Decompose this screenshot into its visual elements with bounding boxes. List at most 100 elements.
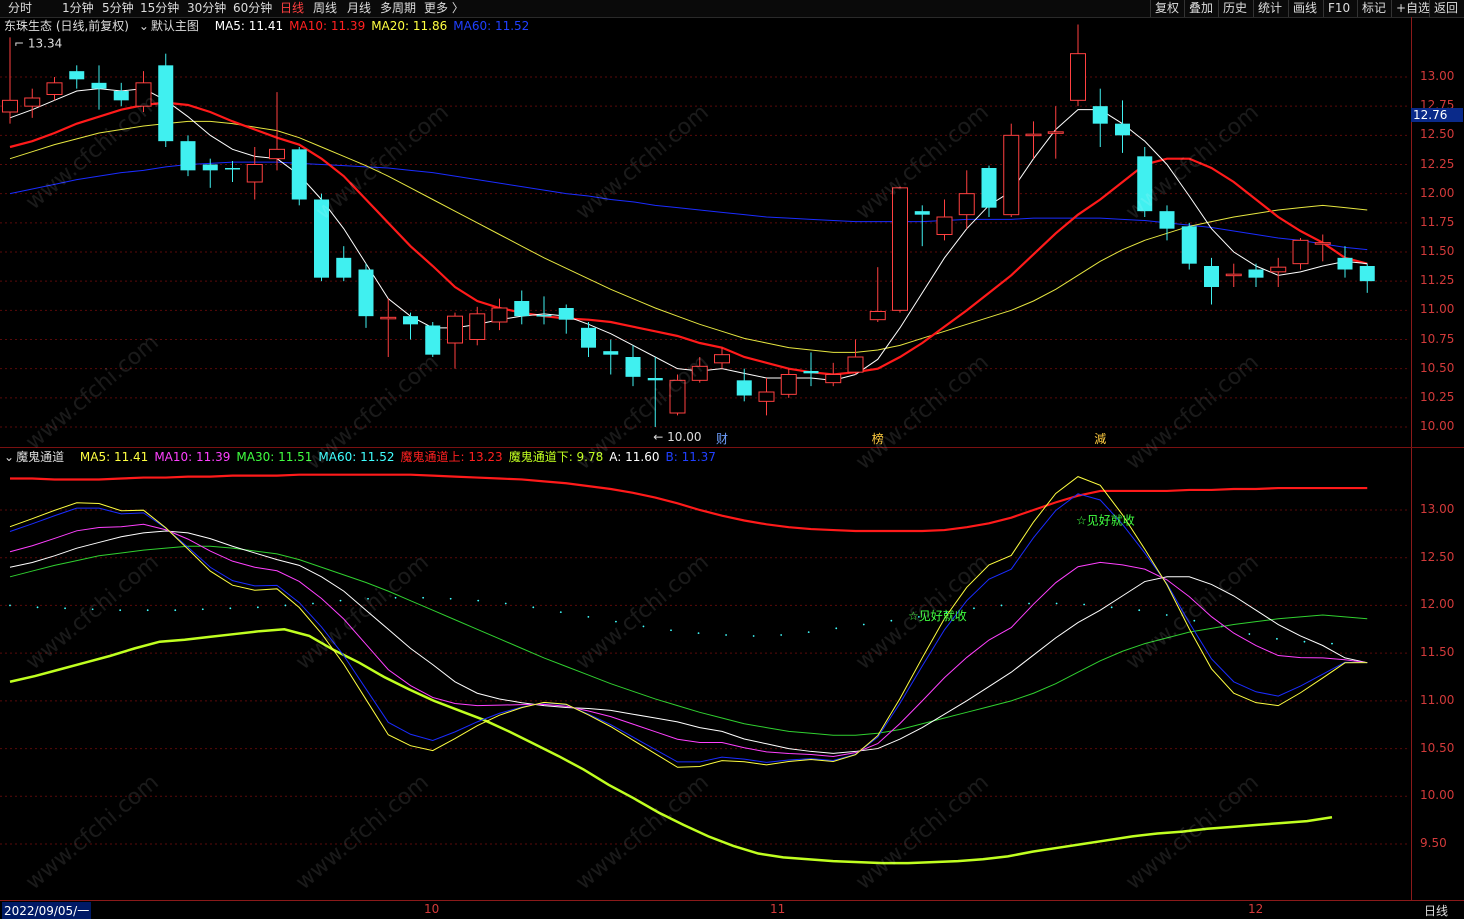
candle — [113, 82, 129, 107]
tab-5[interactable]: 60分钟 — [231, 0, 274, 17]
toolbar-button-4[interactable]: 画线 — [1288, 0, 1321, 17]
channel-mid-dot — [1083, 603, 1086, 606]
candle — [291, 147, 307, 206]
candle — [869, 267, 886, 322]
candle — [625, 345, 641, 387]
channel-mid-dot — [64, 607, 66, 610]
channel-mid-dot — [201, 608, 204, 611]
indicator-tick: 12.00 — [1420, 597, 1455, 612]
candle — [225, 161, 240, 182]
channel-mid-dot — [312, 602, 314, 605]
candle — [780, 368, 797, 398]
channel-mid-dot — [532, 606, 535, 609]
price-tick: 11.50 — [1420, 244, 1455, 258]
channel-mid-dot — [339, 599, 342, 602]
candle — [1092, 88, 1108, 147]
channel-mid-dot — [449, 597, 452, 600]
indicator-panel[interactable]: ⌄ 魔鬼通道 MA5: 11.41 MA10: 11.39 MA30: 11.51 MA… — [0, 447, 1464, 901]
period-label: 日线 — [1424, 904, 1449, 918]
tab-4[interactable]: 30分钟 — [185, 0, 228, 17]
channel-mid-dot — [146, 609, 149, 612]
current-price-tag: 12.76 — [1411, 108, 1463, 122]
indicator-tick: 12.50 — [1420, 549, 1455, 564]
indicator-tick: 10.50 — [1420, 740, 1455, 755]
candle — [758, 378, 775, 416]
toolbar-button-3[interactable]: 统计 — [1253, 0, 1286, 17]
channel-mid-dot — [697, 632, 700, 635]
candlestick-chart[interactable]: ⌐ 13.34← 10.00 财榜減 — [0, 17, 1410, 447]
price-tick: 12.00 — [1420, 185, 1455, 200]
candle — [847, 339, 864, 375]
low-price-label: ← 10.00 — [653, 430, 701, 444]
channel-mid-dot — [256, 606, 259, 609]
channel-mid-dot — [477, 599, 480, 602]
first-date-label: 2022/09/05/一 — [2, 902, 92, 919]
channel-mid-dot — [587, 615, 590, 618]
candle — [1314, 234, 1331, 262]
toolbar-button-0[interactable]: 复权 — [1150, 0, 1183, 17]
candle — [1025, 121, 1042, 159]
indicator-tick: 11.00 — [1420, 692, 1455, 707]
candle — [24, 88, 41, 118]
tab-8[interactable]: 月线 — [345, 0, 373, 17]
channel-mid-dot — [1276, 637, 1278, 640]
price-tick: 11.25 — [1420, 273, 1455, 288]
candle — [736, 368, 752, 402]
price-tick: 10.50 — [1420, 360, 1455, 375]
candle — [892, 186, 908, 313]
channel-mid-dot — [119, 609, 122, 612]
month-label-dec: 12 — [1248, 902, 1264, 916]
price-tick: 12.50 — [1420, 127, 1455, 142]
channel-upper-line — [10, 473, 1368, 533]
price-tick: 13.00 — [1420, 69, 1455, 83]
channel-mid-dot — [807, 631, 810, 634]
tab-9[interactable]: 多周期 — [378, 0, 418, 17]
channel-mid-dot — [1331, 642, 1333, 645]
price-tick: 10.00 — [1420, 419, 1455, 433]
candle — [1337, 246, 1353, 278]
take-profit-annotation: ☆见好就收 — [1076, 514, 1135, 528]
toolbar-button-2[interactable]: 历史 — [1218, 0, 1251, 17]
candle — [69, 65, 85, 89]
toolbar-button-5[interactable]: F10 — [1323, 0, 1354, 17]
toolbar-button-7[interactable]: +自选 — [1391, 0, 1434, 17]
price-tick: 12.25 — [1420, 156, 1455, 171]
candle — [358, 263, 374, 328]
price-tick: 10.25 — [1420, 389, 1455, 404]
main-price-axis: 13.00 12.75 12.50 12.25 12.00 11.75 11.50 11.25… — [1411, 17, 1464, 447]
tab-10[interactable]: 更多 〉 — [422, 0, 466, 17]
tab-7[interactable]: 周线 — [311, 0, 339, 17]
candle — [1070, 24, 1086, 107]
event-marker[interactable]: 财 — [716, 432, 728, 446]
high-price-label: ⌐ 13.34 — [14, 36, 62, 50]
indicator-tick: 10.00 — [1420, 788, 1455, 803]
candle — [981, 165, 997, 217]
candle — [536, 296, 552, 325]
candle — [936, 199, 953, 241]
candle — [491, 298, 508, 331]
candle — [336, 246, 352, 282]
tab-6[interactable]: 日线 — [278, 0, 306, 17]
candle — [469, 306, 486, 346]
candle — [914, 205, 930, 247]
candle — [581, 322, 596, 357]
tab-0[interactable]: 分时 — [6, 0, 34, 17]
channel-mid-dot — [1110, 606, 1113, 609]
toolbar-button-1[interactable]: 叠加 — [1184, 0, 1217, 17]
tab-2[interactable]: 5分钟 — [100, 0, 136, 17]
event-marker[interactable]: 減 — [1094, 431, 1106, 446]
candle — [380, 298, 397, 357]
candle — [158, 53, 174, 147]
channel-mid-dot — [1000, 604, 1003, 607]
channel-mid-dot — [1138, 609, 1141, 612]
toolbar-button-6[interactable]: 标记 — [1357, 0, 1390, 17]
channel-mid-dot — [1248, 633, 1251, 635]
toolbar-button-8[interactable]: 返回 — [1429, 0, 1462, 17]
tab-3[interactable]: 15分钟 — [138, 0, 181, 17]
date-axis: 2022/09/05/一 10 11 12 日线 — [0, 900, 1464, 919]
month-label-oct: 10 — [424, 902, 440, 916]
candle — [1292, 238, 1309, 270]
channel-mid-dot — [504, 602, 507, 605]
channel-mid-dot — [9, 604, 11, 607]
tab-1[interactable]: 1分钟 — [60, 0, 96, 17]
